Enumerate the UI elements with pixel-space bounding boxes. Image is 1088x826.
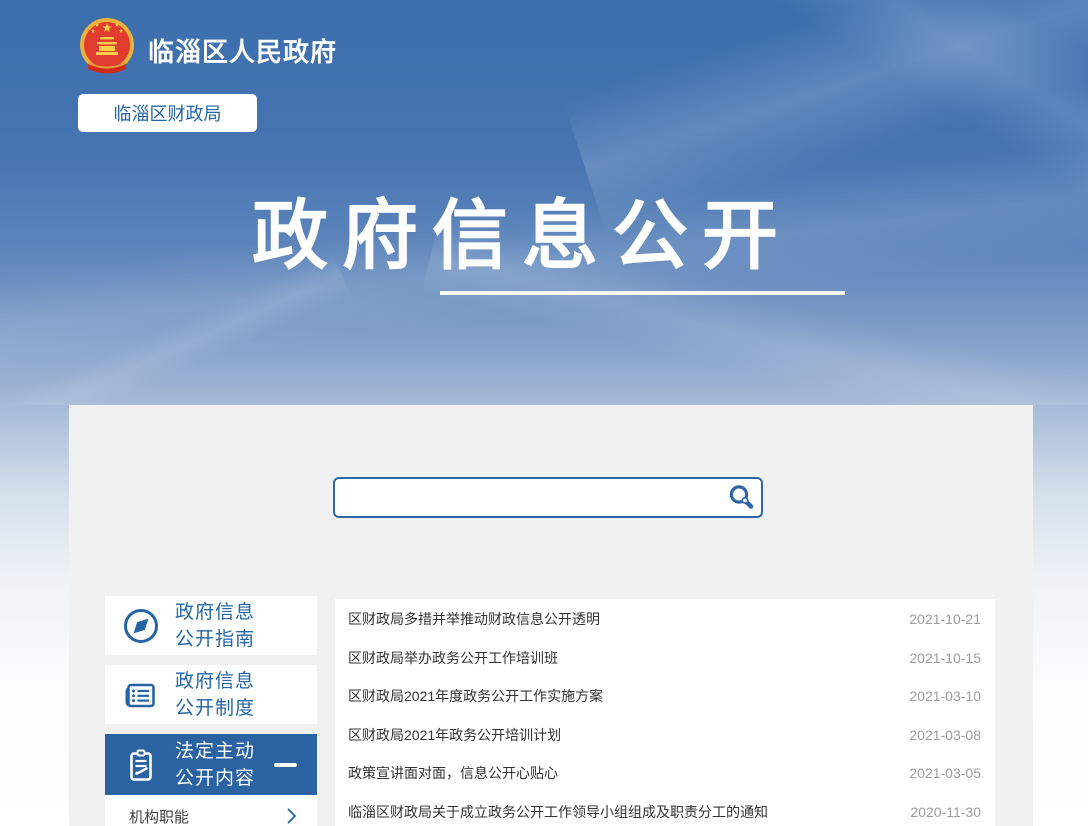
- content-card: 政府信息 公开指南 政府信息 公开制度 法定主动 公开内容 机构职能 区财政局多…: [69, 405, 1033, 826]
- news-item[interactable]: 政策宣讲面对面，信息公开心贴心 2021-03-05: [335, 754, 995, 793]
- news-list: 区财政局多措并举推动财政信息公开透明 2021-10-21 区财政局举办政务公开…: [335, 599, 995, 826]
- sidebar-item-statutory-disclosure[interactable]: 法定主动 公开内容: [105, 734, 317, 795]
- news-date: 2020-11-30: [910, 803, 981, 820]
- sidebar-item-label: 政府信息 公开制度: [175, 670, 256, 719]
- news-date: 2021-03-08: [909, 726, 981, 743]
- wave-streak: [529, 0, 1088, 340]
- news-date: 2021-10-15: [909, 649, 981, 666]
- news-item[interactable]: 临淄区财政局关于成立政务公开工作领导小组组成及职责分工的通知 2020-11-3…: [335, 793, 995, 826]
- sidebar-item-disclosure-guide[interactable]: 政府信息 公开指南: [105, 596, 317, 655]
- search-bar: [333, 477, 763, 518]
- national-emblem-icon: [80, 18, 134, 74]
- news-item[interactable]: 区财政局2021年政务公开培训计划 2021-03-08: [335, 716, 995, 755]
- wave-streak: [636, 0, 1088, 366]
- document-icon: [121, 675, 161, 715]
- chevron-right-icon: [287, 808, 296, 824]
- news-date: 2021-03-05: [909, 765, 981, 782]
- news-date: 2021-10-21: [909, 611, 981, 628]
- news-title-link[interactable]: 区财政局2021年政务公开培训计划: [348, 725, 561, 745]
- search-button[interactable]: [721, 479, 761, 516]
- news-item[interactable]: 区财政局多措并举推动财政信息公开透明 2021-10-21: [335, 600, 995, 639]
- search-input[interactable]: [335, 479, 721, 516]
- title-underline-decor: [440, 291, 845, 295]
- news-title-link[interactable]: 区财政局2021年度政务公开工作实施方案: [348, 686, 603, 706]
- page-title: 政府信息公开: [252, 194, 792, 279]
- sidebar-subitem-org-functions[interactable]: 机构职能: [105, 795, 317, 826]
- news-date: 2021-03-10: [909, 688, 981, 705]
- compass-icon: [121, 606, 161, 646]
- news-title-link[interactable]: 临淄区财政局关于成立政务公开工作领导小组组成及职责分工的通知: [348, 802, 768, 822]
- news-title-link[interactable]: 区财政局举办政务公开工作培训班: [348, 648, 558, 668]
- news-item[interactable]: 区财政局2021年度政务公开工作实施方案 2021-03-10: [335, 677, 995, 716]
- page: 临淄区人民政府 临淄区财政局 政府信息公开 政府信息 公开指南 政府信息 公开制…: [0, 0, 1088, 826]
- collapse-minus-icon[interactable]: [274, 763, 297, 767]
- news-title-link[interactable]: 政策宣讲面对面，信息公开心贴心: [348, 763, 558, 783]
- sidebar-subitem-label: 机构职能: [129, 808, 190, 826]
- sidebar-item-disclosure-system[interactable]: 政府信息 公开制度: [105, 665, 317, 724]
- sidebar-item-label: 政府信息 公开指南: [175, 601, 256, 650]
- department-badge[interactable]: 临淄区财政局: [78, 94, 257, 132]
- sidebar: 政府信息 公开指南 政府信息 公开制度 法定主动 公开内容 机构职能: [105, 596, 317, 826]
- clipboard-icon: [121, 745, 161, 785]
- sidebar-item-label: 法定主动 公开内容: [175, 740, 256, 789]
- news-title-link[interactable]: 区财政局多措并举推动财政信息公开透明: [348, 609, 600, 629]
- site-title: 临淄区人民政府: [148, 37, 338, 67]
- search-icon: [729, 485, 753, 509]
- news-item[interactable]: 区财政局举办政务公开工作培训班 2021-10-15: [335, 639, 995, 678]
